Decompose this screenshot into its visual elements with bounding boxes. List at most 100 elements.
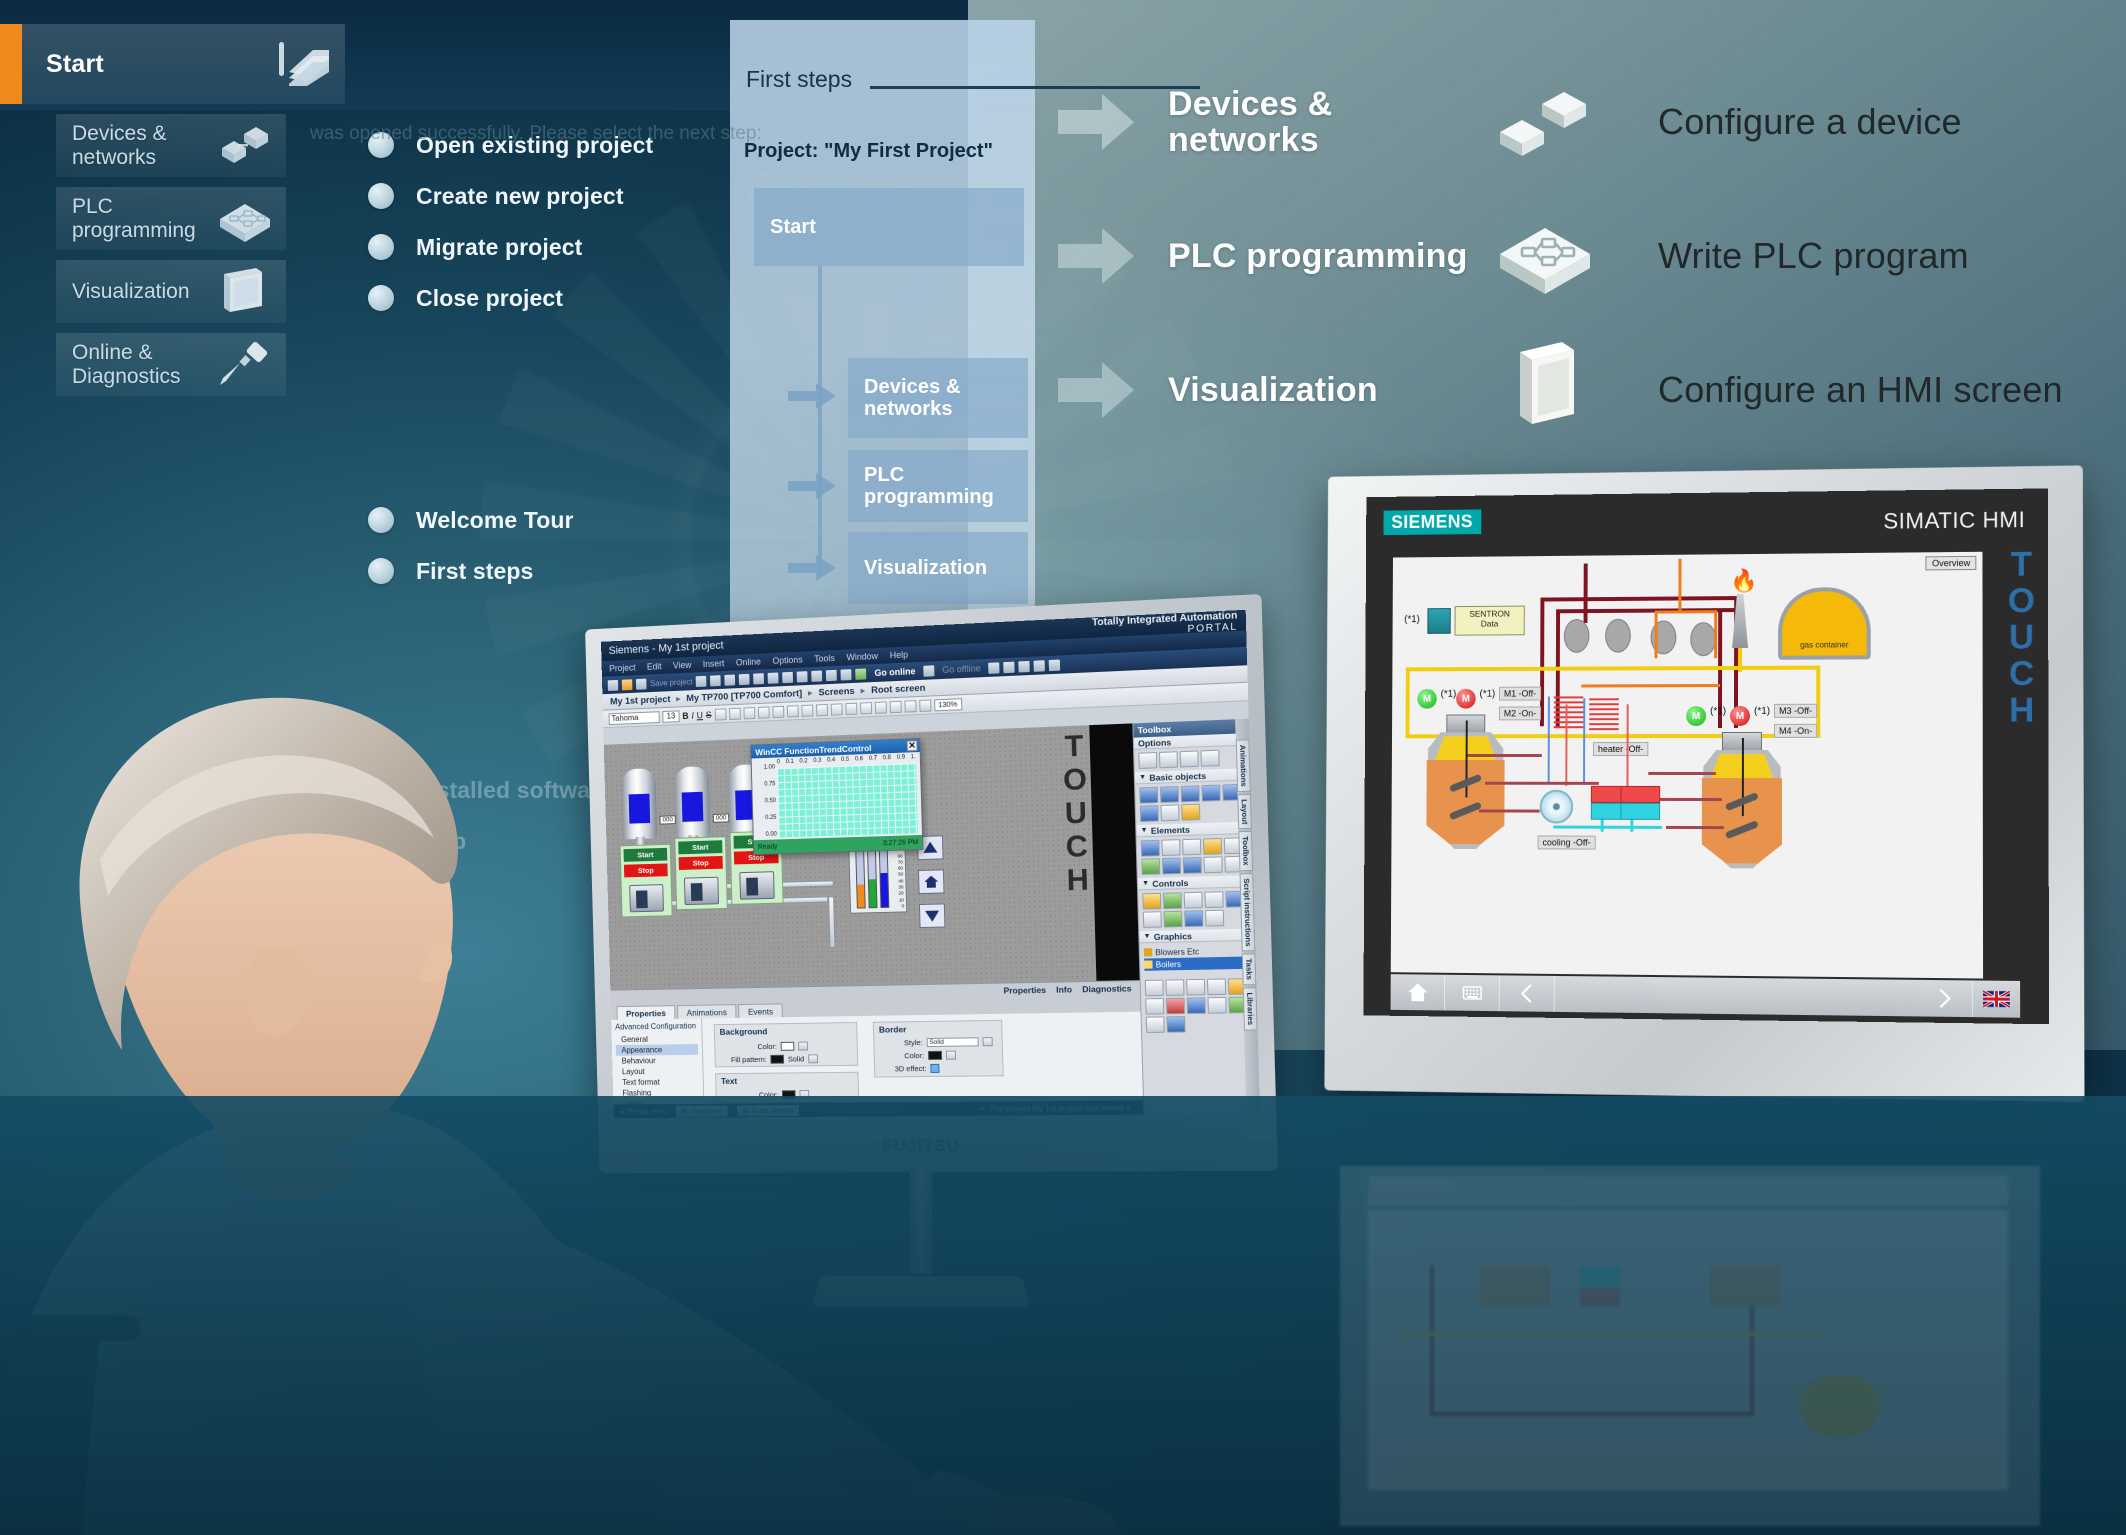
tab-properties[interactable]: Properties [616, 1005, 675, 1020]
graphic-thumb-icon[interactable] [1146, 1016, 1165, 1033]
line-icon[interactable] [1139, 787, 1158, 804]
graphic-io-icon[interactable] [1203, 838, 1222, 855]
rectangle-icon[interactable] [1140, 805, 1159, 822]
back-chevron-icon[interactable] [1500, 975, 1555, 1012]
menu-edit[interactable]: Edit [647, 661, 662, 671]
text-field-icon[interactable] [1160, 804, 1179, 821]
font-family-select[interactable]: Tahoma [609, 711, 660, 725]
hmi-display[interactable]: SIEMENS SIMATIC HMI TOUCH Overview (*1) … [1363, 488, 2049, 1024]
hmi-process-screen[interactable]: Overview (*1) SENTRON Data 🔥 gas contain… [1391, 552, 1983, 979]
bold-icon[interactable]: B [682, 710, 688, 720]
reactor-right[interactable] [1696, 750, 1788, 869]
menu-tools[interactable]: Tools [814, 653, 835, 664]
download-icon[interactable] [783, 671, 794, 682]
color-swatch[interactable] [781, 1042, 795, 1051]
step-row-write-plc-program[interactable]: PLC programming Write PLC program [1140, 202, 2126, 310]
redo-icon[interactable] [768, 672, 779, 683]
sidebar-item-online-diagnostics[interactable]: Online & Diagnostics [56, 333, 286, 396]
zoom-level-select[interactable]: 130% [934, 698, 962, 711]
order-icon[interactable] [860, 702, 872, 714]
tab-animations[interactable]: Animations [1236, 739, 1251, 792]
properties-tree[interactable]: Advanced Configuration General Appearanc… [611, 1018, 704, 1102]
motor-control-group[interactable]: Start Stop [620, 844, 673, 918]
sm-client-icon[interactable] [1163, 911, 1182, 928]
step-row-configure-device[interactable]: Devices & networks Configure a device [1140, 68, 2126, 176]
action-close-project[interactable]: Close project [368, 273, 688, 323]
down-arrow-icon[interactable] [919, 903, 946, 928]
path-icon[interactable] [1180, 750, 1199, 767]
menu-window[interactable]: Window [846, 651, 878, 662]
rotate-icon[interactable] [889, 700, 901, 712]
sidebar-item-start[interactable]: Start [0, 24, 345, 104]
new-icon[interactable] [608, 679, 619, 690]
motor-control-group[interactable]: Start Stop [674, 836, 728, 910]
toolbox-basic-objects-grid[interactable] [1135, 780, 1252, 825]
cut-icon[interactable] [696, 675, 707, 686]
go-online-icon[interactable] [856, 668, 867, 679]
toolbox-controls-grid[interactable] [1138, 887, 1255, 931]
chevron-down-icon[interactable] [982, 1037, 992, 1046]
zoom-icon[interactable] [919, 699, 931, 712]
toolbox-pane[interactable]: Toolbox Options ▼ Basic objects ▼ Elemen… [1132, 719, 1260, 1115]
gauge-icon[interactable] [1203, 856, 1222, 873]
graphic-thumb-icon[interactable] [1207, 997, 1226, 1014]
text-cursor-icon[interactable] [1159, 751, 1178, 768]
hardware-icon[interactable] [841, 669, 852, 680]
toolbox-graphics-thumbs[interactable] [1140, 972, 1257, 1036]
home-icon[interactable] [1391, 974, 1446, 1010]
go-offline-icon[interactable] [923, 665, 934, 676]
action-create-new-project[interactable]: Create new project [368, 171, 688, 221]
graphic-thumb-icon[interactable] [1186, 979, 1205, 996]
tab-events[interactable]: Events [738, 1003, 783, 1018]
tab-script-instructions[interactable]: Script instructions [1240, 873, 1256, 952]
tab-info[interactable]: Info [1056, 984, 1072, 994]
open-icon[interactable] [622, 679, 633, 690]
line-style-icon[interactable] [801, 704, 813, 716]
uk-flag-icon[interactable] [1973, 991, 2020, 1008]
list-bullet-icon[interactable] [786, 705, 798, 717]
breadcrumb-screens[interactable]: Screens [818, 685, 854, 698]
graphic-view-icon[interactable] [1181, 804, 1200, 821]
action-migrate-project[interactable]: Migrate project [368, 222, 688, 272]
graphic-thumb-icon[interactable] [1187, 997, 1206, 1014]
tab-animations-pr[interactable]: Animations [677, 1004, 737, 1019]
replace-icon[interactable] [1019, 660, 1030, 672]
chevron-down-icon[interactable] [808, 1054, 818, 1063]
paste-icon[interactable] [725, 674, 736, 685]
go-online-label[interactable]: Go online [874, 666, 915, 678]
distribute-icon[interactable] [874, 701, 886, 713]
underline-icon[interactable]: U [697, 710, 703, 720]
graphic-thumb-icon[interactable] [1166, 998, 1185, 1015]
stop-button[interactable]: Stop [624, 863, 668, 877]
overview-button[interactable]: Overview [1926, 556, 1976, 571]
font-size-select[interactable]: 13 [662, 710, 679, 722]
border-icon[interactable] [830, 703, 842, 715]
sidebar-item-devices-networks[interactable]: Devices & networks [56, 114, 286, 177]
user-view-icon[interactable] [1184, 892, 1203, 909]
keyboard-icon[interactable] [1445, 975, 1500, 1011]
field-3d-effect[interactable]: 3D effect: [895, 1064, 940, 1073]
menu-view[interactable]: View [673, 660, 692, 671]
tree-item-layout[interactable]: Layout [616, 1066, 699, 1078]
toolbox-graphics-list[interactable]: Blowers Etc Boilers [1140, 941, 1256, 974]
breadcrumb-project[interactable]: My 1st project [610, 694, 671, 707]
tree-item-text-format[interactable]: Text format [616, 1076, 699, 1088]
tab-libraries[interactable]: Libraries [1243, 987, 1258, 1030]
list-icon[interactable] [1049, 659, 1060, 671]
breadcrumb-device[interactable]: My TP700 [TP700 Comfort] [686, 688, 802, 704]
io-field-icon[interactable] [1141, 840, 1160, 857]
breadcrumb-root-screen[interactable]: Root screen [871, 682, 926, 695]
media-player-icon[interactable] [1184, 910, 1203, 927]
tab-layout[interactable]: Layout [1237, 794, 1252, 830]
search-icon[interactable] [1004, 661, 1015, 673]
italic-icon[interactable]: I [691, 710, 694, 720]
chevron-down-icon[interactable] [946, 1051, 956, 1060]
flow-node-start[interactable]: Start [754, 188, 1024, 266]
symbolic-io-icon[interactable] [1182, 839, 1201, 856]
graphic-thumb-icon[interactable] [1165, 979, 1184, 996]
ellipse-icon[interactable] [1201, 785, 1220, 802]
list-item[interactable]: Boilers [1144, 956, 1252, 970]
step-row-configure-hmi-screen[interactable]: Visualization Configure an HMI screen [1140, 336, 2126, 444]
menu-help[interactable]: Help [890, 650, 909, 661]
pen-icon[interactable] [772, 705, 784, 717]
